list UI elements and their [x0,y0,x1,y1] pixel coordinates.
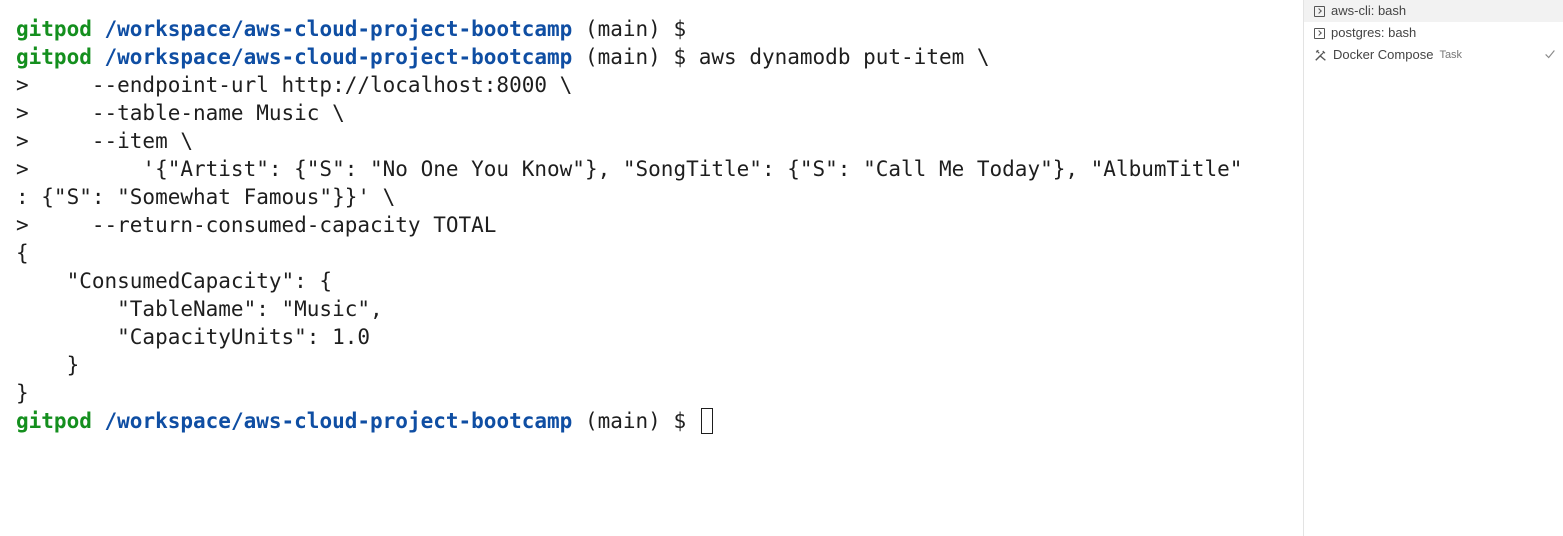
active-prompt-line[interactable]: gitpod /workspace/aws-cloud-project-boot… [16,407,1303,435]
output-line: "TableName": "Music", [16,297,383,321]
prompt-rest: (main) $ [572,409,699,433]
command-text: (main) $ aws dynamodb put-item \ [572,45,990,69]
output-line: "ConsumedCapacity": { [16,269,333,293]
output-line: : {"S": "Somewhat Famous"}}' \ [16,185,396,209]
prompt-path: /workspace/aws-cloud-project-bootcamp [104,409,573,433]
terminal-tab-postgres[interactable]: postgres: bash [1304,22,1563,44]
prompt-user: gitpod [16,45,92,69]
terminal-tabs-panel: aws-cli: bash postgres: bash Docker Comp… [1303,0,1563,536]
output-line: > --table-name Music \ [16,101,345,125]
terminal-icon [1314,27,1325,39]
prompt-path: /workspace/aws-cloud-project-bootcamp [104,17,573,41]
app: gitpod /workspace/aws-cloud-project-boot… [0,0,1563,536]
tools-icon [1315,49,1326,61]
output-line: > --item \ [16,129,194,153]
command-line: gitpod /workspace/aws-cloud-project-boot… [16,43,1303,71]
output-line: } [16,353,80,377]
check-icon [1545,50,1555,59]
terminal-tab-label: Docker Compose [1333,47,1434,62]
terminal-output[interactable]: gitpod /workspace/aws-cloud-project-boot… [0,0,1303,536]
terminal-cursor [700,408,713,434]
terminal-tab-docker-compose[interactable]: Docker Compose Task [1304,44,1563,66]
output-line: > --endpoint-url http://localhost:8000 \ [16,73,573,97]
prompt-user: gitpod [16,409,92,433]
output-line: > '{"Artist": {"S": "No One You Know"}, … [16,157,1243,181]
task-tag: Task [1439,49,1463,61]
output-line: { [16,241,29,265]
terminal-tab-label: aws-cli: bash [1331,3,1407,18]
prompt-user: gitpod [16,17,92,41]
output-line: } [16,381,29,405]
terminal-tab-label: postgres: bash [1331,25,1417,40]
terminal-tab-aws-cli[interactable]: aws-cli: bash [1304,0,1563,22]
prompt-rest: (main) $ [572,17,687,41]
output-line: "CapacityUnits": 1.0 [16,325,371,349]
terminal-icon [1314,5,1325,17]
output-line: > --return-consumed-capacity TOTAL [16,213,497,237]
prompt-path: /workspace/aws-cloud-project-bootcamp [104,45,573,69]
prompt-line: gitpod /workspace/aws-cloud-project-boot… [16,15,1303,43]
